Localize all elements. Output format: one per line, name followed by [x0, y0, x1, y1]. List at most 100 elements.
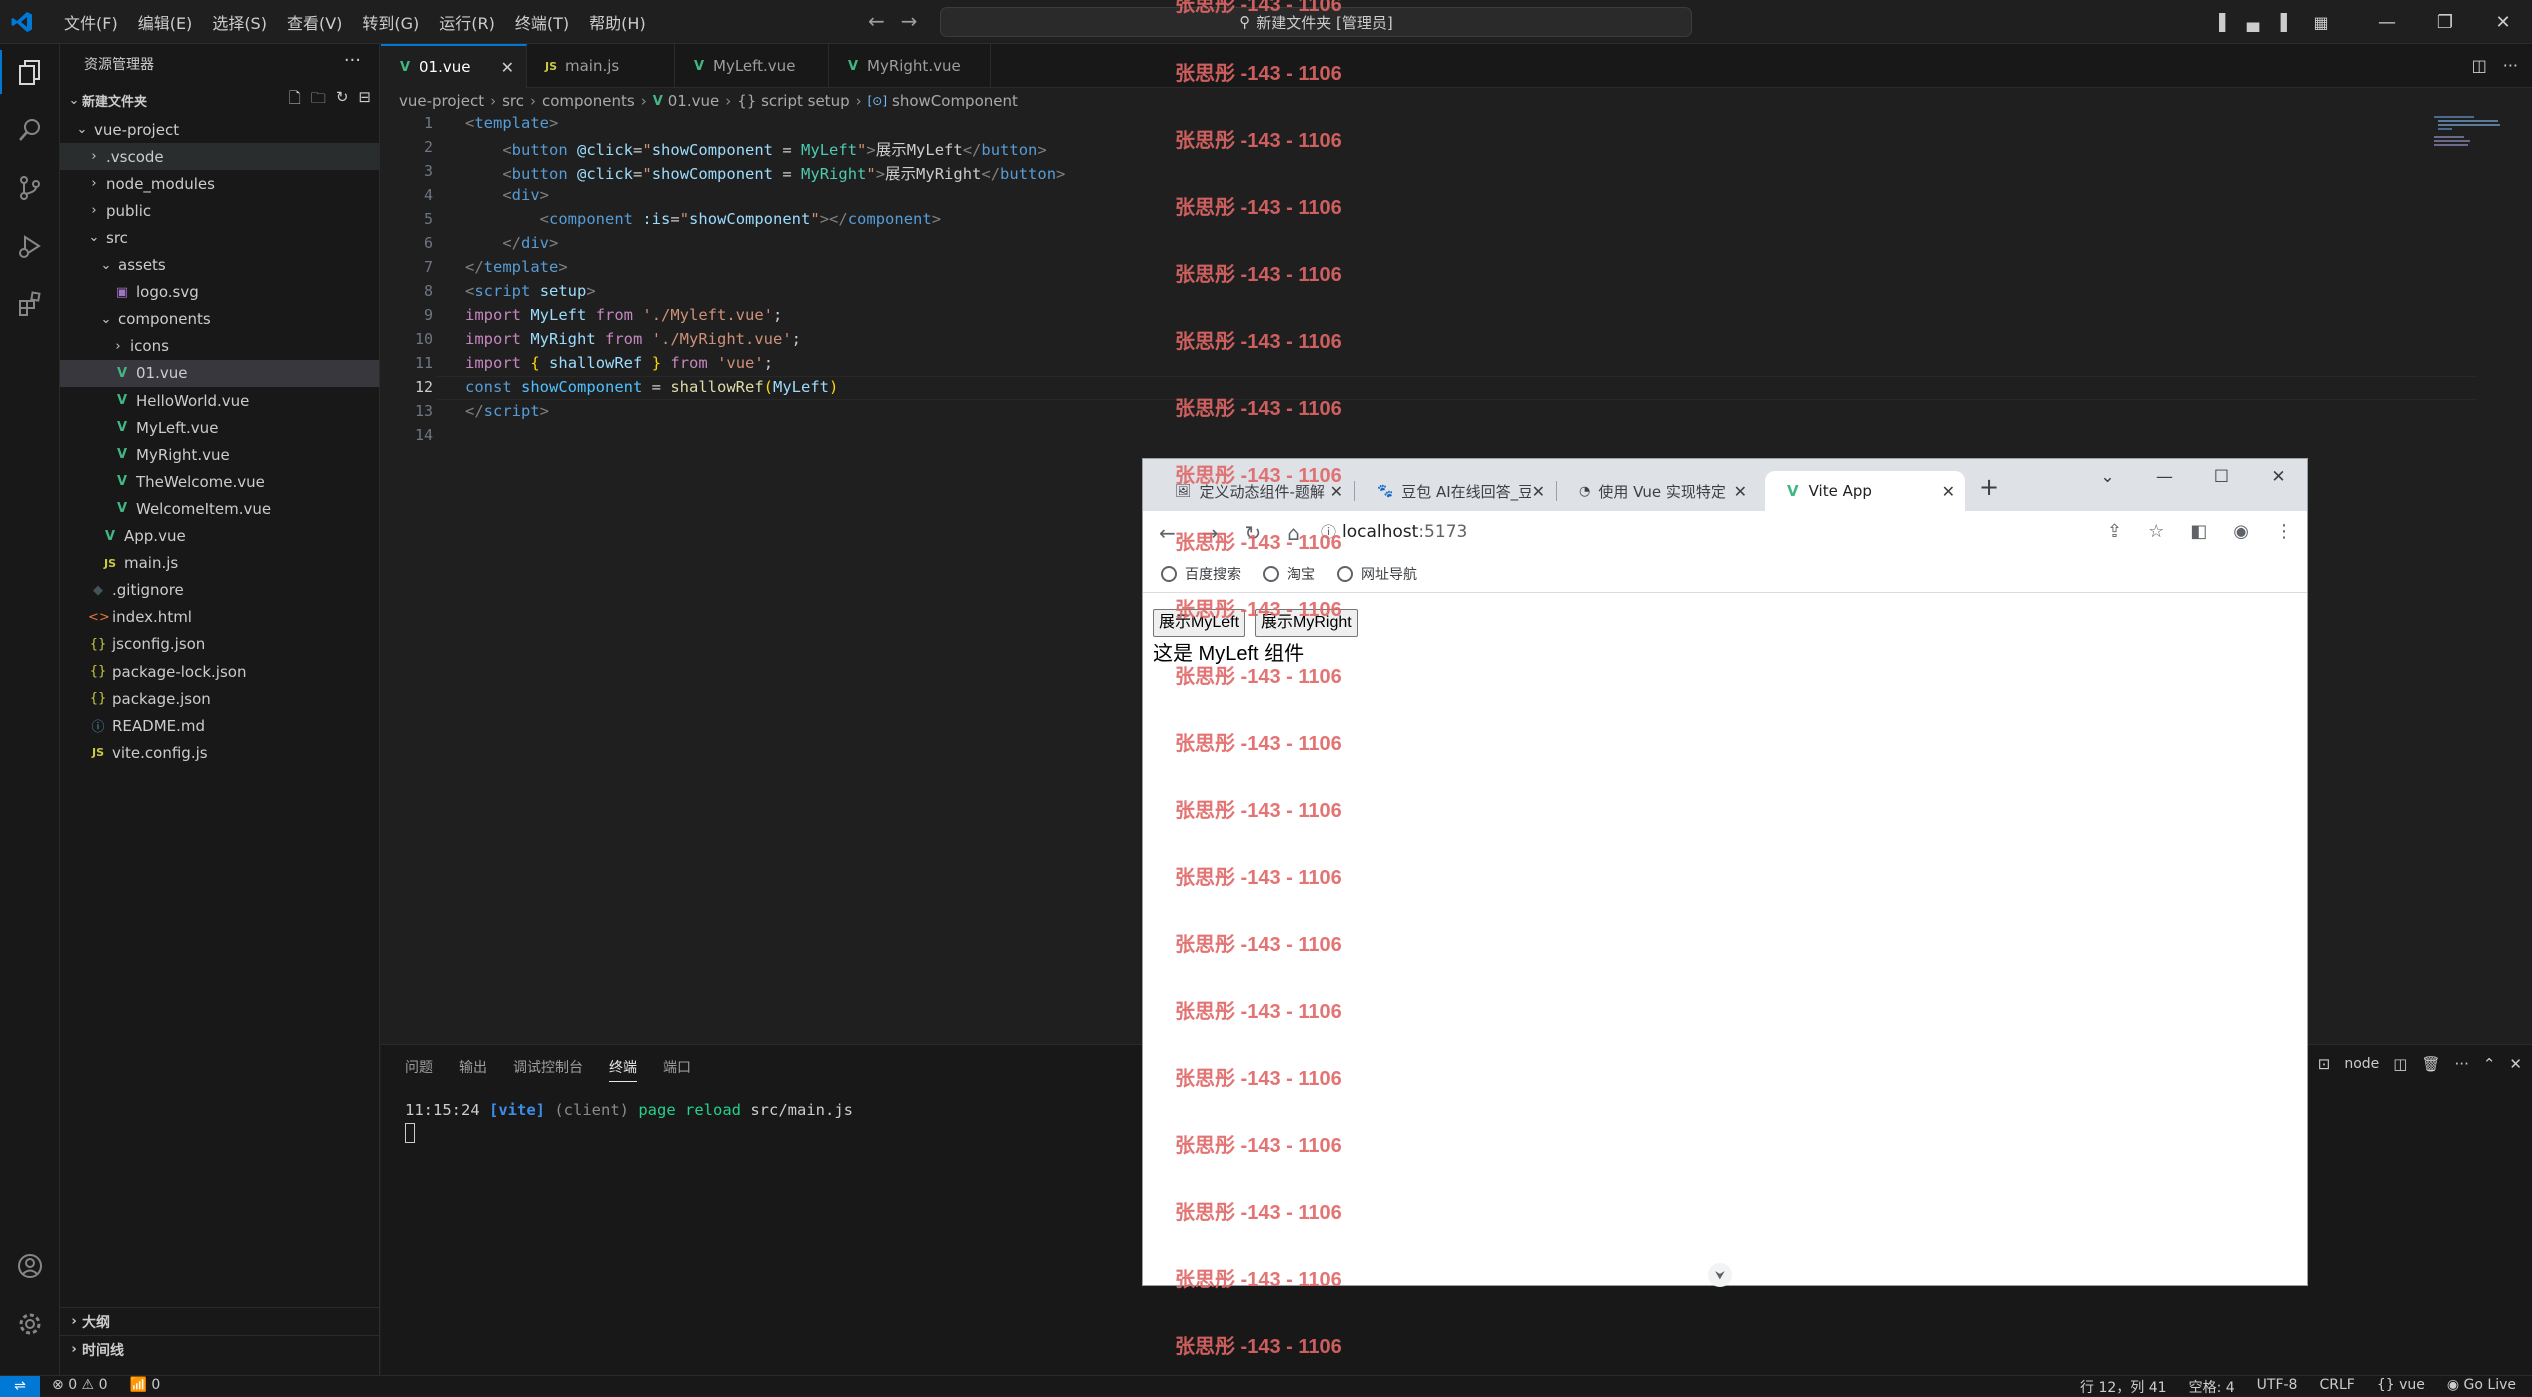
nav-arrows[interactable]: ←→: [868, 9, 934, 33]
tree-item[interactable]: {} package-lock.json: [60, 658, 379, 685]
menu-item[interactable]: 查看(V): [277, 10, 352, 34]
back-icon[interactable]: ←: [1159, 521, 1176, 545]
menu-item[interactable]: 帮助(H): [579, 10, 656, 34]
go-live-button[interactable]: ◉ Go Live: [2447, 1377, 2516, 1397]
panel-more-icon[interactable]: ···: [2455, 1055, 2469, 1073]
collapse-all-icon[interactable]: ⊟: [358, 88, 371, 113]
close-tab-icon[interactable]: ✕: [1734, 482, 1747, 501]
browser-tab[interactable]: ◔ 使用 Vue 实现特定 ✕: [1557, 471, 1757, 511]
tree-item[interactable]: V TheWelcome.vue: [60, 468, 379, 495]
toggle-sidebar-icon[interactable]: ▐: [2202, 13, 2236, 32]
breadcrumb-item[interactable]: src: [502, 92, 524, 110]
remote-indicator-icon[interactable]: ⇌: [0, 1376, 40, 1397]
split-editor-icon[interactable]: ◫: [2472, 56, 2487, 75]
browser-tab-active[interactable]: V Vite App ✕: [1765, 471, 1965, 511]
tree-item[interactable]: ⌄ src: [60, 224, 379, 251]
restore-button[interactable]: ❐: [2416, 12, 2474, 33]
menu-item[interactable]: 选择(S): [202, 10, 277, 34]
menu-item[interactable]: 转到(G): [352, 10, 429, 34]
tree-item[interactable]: <> index.html: [60, 604, 379, 631]
minimap[interactable]: [2432, 114, 2502, 154]
bookmark-item[interactable]: 网址导航: [1337, 564, 1417, 584]
tree-item[interactable]: › .vscode: [60, 143, 379, 171]
tree-item[interactable]: ⓘ README.md: [60, 712, 379, 739]
tree-item[interactable]: › public: [60, 197, 379, 224]
source-control-icon[interactable]: [12, 170, 48, 206]
kill-terminal-icon[interactable]: 🗑: [2421, 1055, 2440, 1073]
tree-item[interactable]: V WelcomeItem.vue: [60, 495, 379, 522]
indentation[interactable]: 空格: 4: [2189, 1377, 2235, 1397]
address-bar[interactable]: ⓘ localhost:5173: [1321, 521, 1467, 542]
tree-item[interactable]: V MyRight.vue: [60, 441, 379, 468]
close-tab-icon[interactable]: ✕: [501, 58, 514, 77]
tree-item[interactable]: ▣ logo.svg: [60, 279, 379, 306]
tab-main-js[interactable]: JS main.js: [527, 44, 675, 88]
run-debug-icon[interactable]: [12, 228, 48, 264]
tree-item[interactable]: ⌄ vue-project: [60, 116, 379, 143]
customize-layout-icon[interactable]: ▦: [2304, 13, 2338, 32]
breadcrumb-item[interactable]: 01.vue: [668, 92, 719, 110]
problems-indicator[interactable]: ⊗ 0 ⚠ 0: [52, 1377, 107, 1393]
tree-item[interactable]: › node_modules: [60, 170, 379, 197]
breadcrumb-item[interactable]: components: [542, 92, 635, 110]
tree-item[interactable]: {} jsconfig.json: [60, 631, 379, 658]
outline-section[interactable]: › 大纲: [60, 1307, 379, 1335]
tree-item[interactable]: JS main.js: [60, 550, 379, 577]
split-terminal-icon[interactable]: ◫: [2393, 1055, 2407, 1073]
browser-maximize-button[interactable]: ☐: [2193, 459, 2250, 495]
panel-tab[interactable]: 输出: [459, 1057, 487, 1082]
tree-item[interactable]: ⌄ assets: [60, 252, 379, 279]
breadcrumb-item[interactable]: vue-project: [399, 92, 484, 110]
tree-item[interactable]: › icons: [60, 333, 379, 360]
panel-tab[interactable]: 调试控制台: [513, 1057, 583, 1082]
tree-item[interactable]: ◆ .gitignore: [60, 577, 379, 604]
new-tab-icon[interactable]: +: [1979, 473, 1999, 501]
toggle-panel-icon[interactable]: ▄: [2236, 13, 2270, 32]
tab-myright-vue[interactable]: V MyRight.vue: [829, 44, 991, 88]
tab-search-icon[interactable]: ⌄: [2079, 459, 2136, 495]
browser-menu-icon[interactable]: ⋮: [2275, 521, 2293, 542]
minimize-button[interactable]: —: [2358, 12, 2416, 33]
line-ending[interactable]: CRLF: [2319, 1377, 2354, 1397]
breadcrumb-item[interactable]: showComponent: [892, 92, 1018, 110]
tab-01-vue[interactable]: V 01.vue ✕: [381, 44, 527, 88]
bookmark-item[interactable]: 淘宝: [1263, 564, 1315, 584]
search-icon[interactable]: [12, 112, 48, 148]
tree-item[interactable]: JS vite.config.js: [60, 739, 379, 766]
more-actions-icon[interactable]: ···: [344, 50, 361, 71]
menu-item[interactable]: 终端(T): [505, 10, 579, 34]
close-tab-icon[interactable]: ✕: [1532, 482, 1545, 501]
close-panel-icon[interactable]: ✕: [2509, 1055, 2522, 1073]
menu-item[interactable]: 运行(R): [429, 10, 505, 34]
encoding[interactable]: UTF-8: [2257, 1377, 2298, 1397]
share-icon[interactable]: ⇪: [2107, 521, 2122, 542]
bookmark-star-icon[interactable]: ☆: [2148, 521, 2164, 542]
menu-item[interactable]: 文件(F): [54, 10, 128, 34]
profile-avatar-icon[interactable]: ◉: [2233, 521, 2249, 542]
ports-indicator[interactable]: 📶 0: [129, 1377, 160, 1393]
browser-close-button[interactable]: ✕: [2250, 459, 2307, 495]
refresh-icon[interactable]: ↻: [336, 88, 349, 113]
browser-tab[interactable]: 🐾 豆包 AI在线回答_豆 ✕: [1355, 471, 1555, 511]
side-panel-icon[interactable]: ◧: [2190, 521, 2207, 542]
explorer-icon[interactable]: [12, 54, 48, 90]
tree-item[interactable]: V App.vue: [60, 523, 379, 550]
toggle-secondary-sidebar-icon[interactable]: ▌: [2270, 13, 2304, 32]
tree-item[interactable]: ⌄ components: [60, 306, 379, 333]
panel-tab[interactable]: 端口: [663, 1057, 691, 1082]
breadcrumb-item[interactable]: {} script setup: [737, 92, 849, 110]
maximize-panel-icon[interactable]: ⌃: [2483, 1055, 2496, 1073]
settings-gear-icon[interactable]: [12, 1306, 48, 1342]
panel-tab[interactable]: 终端: [609, 1057, 637, 1082]
close-window-button[interactable]: ✕: [2474, 12, 2532, 33]
editor-more-icon[interactable]: ···: [2503, 56, 2518, 75]
bookmark-item[interactable]: 百度搜索: [1161, 564, 1241, 584]
tab-myleft-vue[interactable]: V MyLeft.vue: [675, 44, 829, 88]
tree-item[interactable]: V HelloWorld.vue: [60, 387, 379, 414]
close-tab-icon[interactable]: ✕: [1942, 482, 1955, 501]
tree-item[interactable]: V 01.vue: [60, 359, 379, 387]
shell-label[interactable]: node: [2344, 1056, 2379, 1072]
tree-item[interactable]: {} package.json: [60, 685, 379, 712]
account-icon[interactable]: [12, 1248, 48, 1284]
scroll-down-icon[interactable]: ⮟: [1708, 1263, 1732, 1287]
